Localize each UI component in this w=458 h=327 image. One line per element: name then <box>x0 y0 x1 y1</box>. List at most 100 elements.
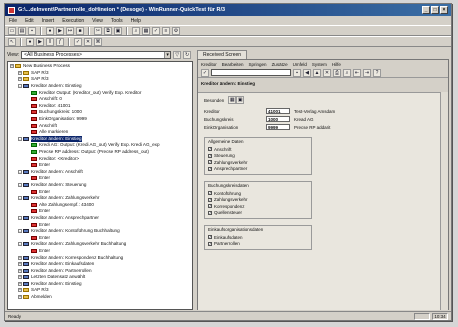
vertical-scrollbar[interactable] <box>440 92 448 310</box>
tree-row[interactable]: + Abmelden <box>8 294 192 301</box>
copy-icon[interactable]: ⧉ <box>104 26 112 35</box>
record-icon[interactable]: ● <box>46 26 54 35</box>
checkbox[interactable]: ✓ <box>208 191 212 196</box>
enter-icon[interactable]: ✓ <box>201 68 209 77</box>
tree-row[interactable]: EinkOrganisation: 9999 <box>8 116 192 123</box>
command-field[interactable] <box>211 69 291 76</box>
checkbox[interactable]: ✓ <box>208 160 212 165</box>
sap-menu-zusaetze[interactable]: Zusätze <box>272 62 288 67</box>
tree-row[interactable]: Enter <box>8 234 192 241</box>
tree-row[interactable]: + Kreditor ändern: Korrespondenz Buchhalt… <box>8 254 192 261</box>
tree-row[interactable]: + Kreditor ändern: Partnerrollen <box>8 267 192 274</box>
select-all-icon[interactable]: ▦ <box>228 96 237 104</box>
save-icon[interactable]: ▪ <box>28 26 36 35</box>
last-page-icon[interactable]: ⇥ <box>363 68 371 77</box>
tree-row[interactable]: Enter <box>8 188 192 195</box>
sap-menu-hilfe[interactable]: Hilfe <box>332 62 341 67</box>
view-refresh-icon[interactable]: ↻ <box>183 50 192 59</box>
play-icon[interactable]: ▶ <box>36 37 44 46</box>
checkbox[interactable]: ✓ <box>208 147 212 152</box>
tree-row[interactable]: Kreditor Output: (Kreditor_out) Verify E… <box>8 89 192 96</box>
options-icon[interactable]: ⚙ <box>172 26 180 35</box>
run-icon[interactable]: ▶ <box>56 26 64 35</box>
checkbox[interactable]: ✓ <box>208 166 212 171</box>
tree-row[interactable]: + SAP R/3 <box>8 70 192 77</box>
checkbox[interactable]: ✓ <box>208 153 212 158</box>
tree-row[interactable]: Buchungskreis: 1000 <box>8 109 192 116</box>
tree-row[interactable]: - Kreditor ändern: Zahlungsverkehr <box>8 195 192 202</box>
cut-icon[interactable]: ✂ <box>94 26 102 35</box>
help-icon[interactable]: ? <box>373 68 381 77</box>
expand-toggle-icon[interactable]: - <box>18 136 22 141</box>
paste-icon[interactable]: ▣ <box>114 26 122 35</box>
expand-toggle-icon[interactable]: + <box>10 64 14 69</box>
minimize-button[interactable]: _ <box>422 6 430 14</box>
menu-tools[interactable]: Tools <box>111 18 123 24</box>
pointer-icon[interactable]: ↖ <box>8 37 16 46</box>
find-icon[interactable]: ⌕ <box>132 26 140 35</box>
expand-toggle-icon[interactable]: + <box>18 268 22 273</box>
tab-received-screen[interactable]: Received Screen <box>197 50 248 59</box>
tree-row[interactable]: - Kreditor ändern: Einstieg <box>8 135 192 143</box>
tree-row[interactable]: Alle markieren <box>8 129 192 136</box>
test-tree[interactable]: + New Business Process + SAP R/3 + SAP R/3- Kr… <box>7 61 193 310</box>
checkbox[interactable]: ✓ <box>208 210 212 215</box>
menu-insert[interactable]: Insert <box>42 18 55 24</box>
expand-toggle-icon[interactable]: + <box>18 70 22 75</box>
maximize-button[interactable]: □ <box>431 6 439 14</box>
stop-icon[interactable]: ■ <box>76 26 84 35</box>
tree-row[interactable]: Kredi AG: Output: (Kredi AG_out) Verify … <box>8 142 192 149</box>
save-icon[interactable]: ▪ <box>293 68 301 77</box>
close-button[interactable]: × <box>440 6 448 14</box>
step-icon[interactable]: ↦ <box>66 26 74 35</box>
checkbox[interactable]: ✓ <box>208 235 212 240</box>
open-icon[interactable]: ▤ <box>18 26 26 35</box>
tree-row[interactable]: Enter <box>8 221 192 228</box>
sap-menu-bearbeiten[interactable]: Bearbeiten <box>222 62 244 67</box>
sap-menu-springen[interactable]: Springen <box>249 62 267 67</box>
field-input[interactable]: 41001 <box>266 108 290 114</box>
data-table-icon[interactable]: ▦ <box>142 26 150 35</box>
view-select[interactable]: <All Business Processes> ▾ <box>21 50 172 59</box>
checkbox-row[interactable]: ✓ Ansprechpartner <box>208 166 308 173</box>
sap-menu-kreditor[interactable]: Kreditor <box>201 62 217 67</box>
tree-row[interactable]: - Kreditor ändern: Anschrift <box>8 169 192 176</box>
tree-row[interactable]: Kreditor: 41001 <box>8 103 192 110</box>
expand-toggle-icon[interactable]: + <box>18 262 22 267</box>
parameter-icon[interactable]: ƒ <box>56 37 64 46</box>
checkpoint-icon[interactable]: ✓ <box>152 26 160 35</box>
tree-row[interactable]: + Kreditor ändern: Einkaufsdaten <box>8 261 192 268</box>
cancel-icon[interactable]: ✕ <box>323 68 331 77</box>
tree-row[interactable]: Anschrift: 0 <box>8 96 192 103</box>
expand-toggle-icon[interactable]: - <box>18 169 22 174</box>
tree-row[interactable]: - Kreditor ändern: Einstieg <box>8 83 192 90</box>
back-icon[interactable]: ◀ <box>303 68 311 77</box>
sap-menu-umfeld[interactable]: Umfeld <box>293 62 307 67</box>
expand-toggle-icon[interactable]: - <box>18 182 22 187</box>
expand-toggle-icon[interactable]: + <box>18 281 22 286</box>
tree-row[interactable]: Enter <box>8 208 192 215</box>
view-filter-icon[interactable]: ▽ <box>173 50 182 59</box>
menu-execution[interactable]: Execution <box>62 18 84 24</box>
field-input[interactable]: 9999 <box>266 124 290 130</box>
tree-row[interactable]: Enter <box>8 162 192 169</box>
sap-menu-system[interactable]: System <box>312 62 327 67</box>
checkbox-row[interactable]: ✓ Partnerrollen <box>208 241 308 248</box>
new-icon[interactable]: ▭ <box>8 26 16 35</box>
tree-row[interactable]: Enter <box>8 248 192 255</box>
tree-row[interactable]: Anschrift <box>8 122 192 129</box>
tree-row[interactable]: - Kreditor ändern: Kontoführung Buchhaltu… <box>8 228 192 235</box>
tree-row[interactable]: - Kreditor ändern: Zahlungsverkehr Buchha… <box>8 241 192 248</box>
expand-toggle-icon[interactable]: + <box>18 275 22 280</box>
check-icon[interactable]: ✓ <box>74 37 82 46</box>
properties-icon[interactable]: ⌘ <box>94 37 102 46</box>
tree-row[interactable]: + SAP R/3 <box>8 76 192 83</box>
tree-row[interactable]: + SAP R/3 <box>8 287 192 294</box>
menu-file[interactable]: File <box>9 18 17 24</box>
expand-toggle-icon[interactable]: + <box>18 77 22 82</box>
tree-row[interactable]: Precse RP address: Output: (Precse RP ad… <box>8 149 192 156</box>
menu-view[interactable]: View <box>92 18 103 24</box>
tree-row[interactable]: + New Business Process <box>8 63 192 70</box>
expand-toggle-icon[interactable]: + <box>18 255 22 260</box>
expand-toggle-icon[interactable]: - <box>18 242 22 247</box>
